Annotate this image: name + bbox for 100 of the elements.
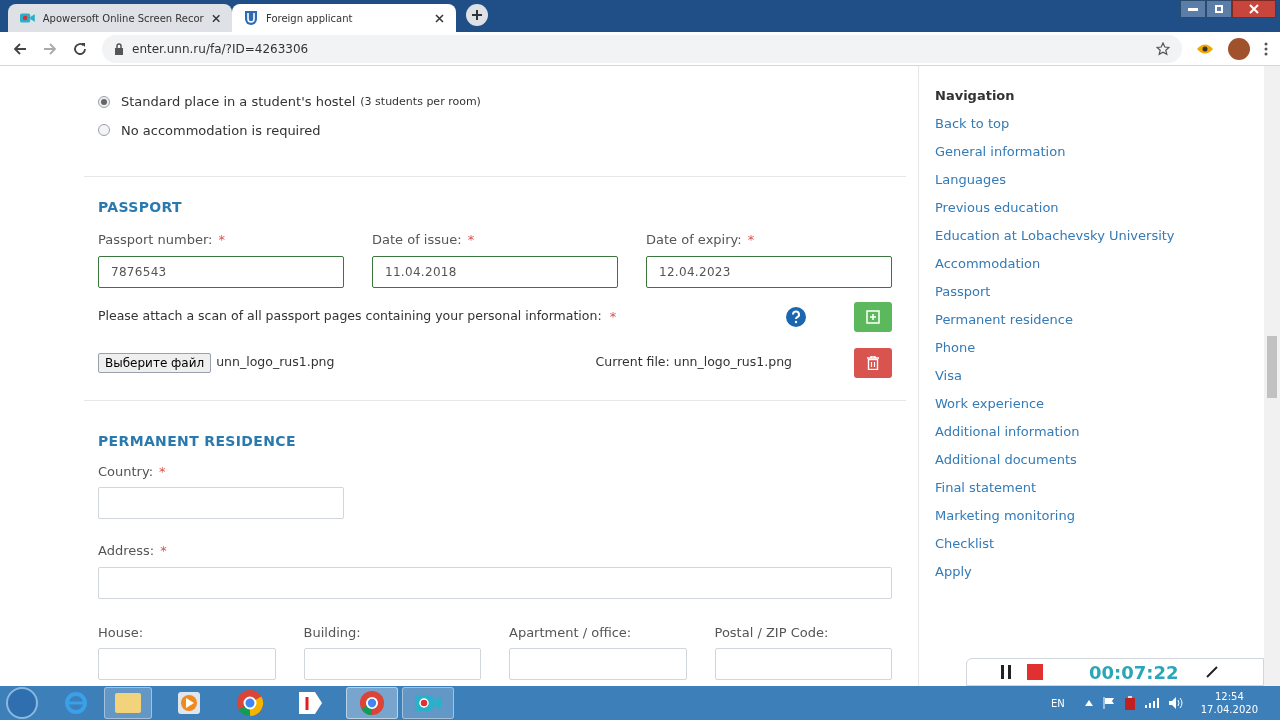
star-icon[interactable] [1156,41,1170,56]
volume-icon[interactable] [1168,697,1183,709]
plus-icon [471,9,483,21]
input-field[interactable]: 11.04.2018 [372,255,618,288]
clock-time[interactable]: 12:54 [1214,690,1244,703]
navigation-link[interactable]: Previous education [935,193,1175,222]
minimize-button[interactable] [1180,0,1206,18]
input-field[interactable] [714,648,892,680]
battery-icon[interactable] [1124,696,1135,710]
close-window-button[interactable] [1232,0,1276,18]
option-label[interactable]: Standard place in a student's hostel [121,92,356,112]
start-button[interactable] [6,687,38,719]
required-mark: * [159,462,166,481]
file-name: unn_logo_rus1.png [216,353,335,372]
browser-tab[interactable]: Apowersoft Online Screen Recor [8,4,232,32]
field-label: Date of issue: [372,231,462,249]
tab-title: Apowersoft Online Screen Recor [42,11,204,26]
field-label: Date of expiry: [646,231,742,249]
navigation-link[interactable]: Apply [935,557,1175,586]
recording-timer: 00:07:22 [1089,660,1179,685]
camera-icon [415,693,441,713]
required-mark: * [467,231,475,249]
scrollbar[interactable] [1264,66,1280,686]
navigation-link[interactable]: Passport [935,277,1175,306]
navigation-link[interactable]: Work experience [935,389,1175,418]
close-icon[interactable] [211,13,220,23]
camera-icon [20,11,35,25]
chrome-icon[interactable] [236,689,264,717]
radio-button[interactable] [98,124,110,137]
yandex-browser-icon[interactable] [296,689,324,717]
input-field[interactable] [303,648,481,680]
navigation-link[interactable]: Back to top [935,109,1175,138]
close-icon [1249,4,1259,14]
input-field[interactable] [98,648,276,680]
navigation-link[interactable]: Checklist [935,529,1175,558]
field-label: Building: [303,623,361,642]
profile-avatar[interactable] [1228,37,1250,60]
new-tab-button[interactable] [466,4,488,26]
field-label: Address: [98,542,155,560]
current-file-text: Current file: unn_logo_rus1.png [595,353,792,372]
chrome-window-button[interactable] [346,687,398,719]
clock-date[interactable]: 17.04.2020 [1200,703,1258,716]
field-label: Postal / ZIP Code: [714,623,829,642]
required-mark: * [609,307,617,326]
choose-file-button[interactable]: Выберите файл [98,352,212,373]
input-field[interactable] [98,566,892,599]
option-label[interactable]: No accommodation is required [121,120,321,140]
field-label: House: [98,623,144,642]
help-icon[interactable] [786,306,806,327]
restore-button[interactable] [1206,0,1232,18]
media-player-icon[interactable] [176,690,202,716]
tray-arrow-icon[interactable] [1084,700,1093,706]
navigation-link[interactable]: Permanent residence [935,305,1175,334]
tab-title: Foreign applicant [266,11,354,26]
input-field[interactable]: 12.04.2023 [646,255,892,288]
navigation-title: Navigation [935,87,1016,105]
attach-instruction: Please attach a scan of all passport pages containing your personal information: [98,306,602,325]
field-label: Apartment / office: [509,623,632,642]
navigation-link[interactable]: Languages [935,165,1175,194]
shield-icon [244,10,258,26]
navigation-link[interactable]: Marketing monitoring [935,501,1175,530]
required-mark: * [160,542,167,560]
plus-icon [866,309,880,324]
navigation-link[interactable]: Additional documents [935,445,1175,474]
navigation-link[interactable]: Visa [935,361,1175,390]
recorder-window-button[interactable] [402,687,454,719]
navigation-link[interactable]: General information [935,137,1175,166]
close-icon[interactable] [435,13,444,23]
option-note: (3 students per room) [360,93,481,110]
forward-icon[interactable] [42,40,58,57]
input-field[interactable] [98,487,344,519]
trash-icon [867,355,879,370]
field-label: Passport number: [98,231,213,249]
navigation-link[interactable]: Education at Lobachevsky University [935,221,1175,250]
navigation-link[interactable]: Phone [935,333,1175,362]
language-indicator[interactable]: EN [1050,695,1065,711]
field-label: Country: [98,462,154,481]
back-icon[interactable] [12,40,28,57]
signal-icon[interactable] [1144,698,1159,708]
browser-tab[interactable]: Foreign applicant [232,4,456,32]
flag-icon[interactable] [1102,697,1115,709]
section-heading: PASSPORT [98,198,183,217]
pause-icon[interactable] [1001,665,1011,679]
radio-button[interactable] [98,95,110,108]
required-mark: * [747,231,755,249]
pen-icon[interactable] [1205,665,1219,679]
required-mark: * [218,231,225,249]
address-bar[interactable]: enter.unn.ru/fa/?ID=4263306 [102,34,1182,63]
input-field[interactable]: 7876543 [98,255,344,288]
delete-file-button[interactable] [854,347,892,378]
url-text: enter.unn.ru/fa/?ID=4263306 [132,40,310,58]
navigation-link[interactable]: Accommodation [935,249,1175,278]
input-field[interactable] [509,648,687,680]
menu-icon[interactable] [1264,41,1268,56]
navigation-link[interactable]: Final statement [935,473,1175,502]
section-heading: PERMANENT RESIDENCE [98,431,297,451]
add-file-button[interactable] [854,301,892,332]
lock-icon [114,42,124,55]
reload-icon[interactable] [72,40,88,57]
navigation-link[interactable]: Additional information [935,417,1175,446]
